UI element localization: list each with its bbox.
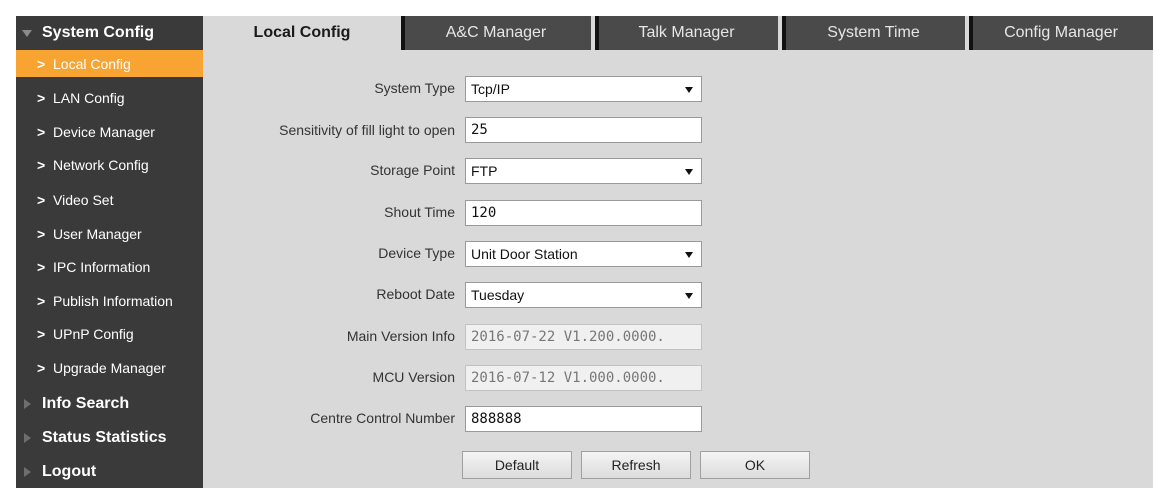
main-panel: Local Config A&C Manager Talk Manager Sy… [203,16,1153,488]
sidebar-item-lan-config[interactable]: > LAN Config [16,82,203,113]
ok-button[interactable]: OK [700,451,810,479]
tab-label: System Time [827,24,920,41]
sidebar-section-label: Logout [42,462,97,480]
centre-control-value: 888888 [471,411,522,427]
shout-time-input[interactable]: 120 [465,200,702,226]
expand-right-icon [24,432,31,443]
storage-point-value: FTP [471,163,498,179]
sidebar-section-label: Status Statistics [42,428,167,446]
sidebar-item-local-config[interactable]: > Local Config [16,50,203,77]
tab-ac-manager[interactable]: A&C Manager [401,16,591,50]
chevron-right-icon: > [37,156,46,173]
sidebar-item-video-set[interactable]: > Video Set [16,184,203,215]
expand-down-icon [22,29,32,37]
ok-button-label: OK [744,457,766,473]
mcu-version-value: 2016-07-12 V1.000.0000. [471,370,665,386]
main-version-field: 2016-07-22 V1.200.0000. [465,324,702,350]
tab-config-manager[interactable]: Config Manager [969,16,1153,50]
sidebar-section-label: System Config [42,23,155,41]
sidebar-item-label: UPnP Config [53,325,134,342]
shout-time-label: Shout Time [384,204,455,220]
main-version-label: Main Version Info [346,328,455,344]
sidebar-section-system-config[interactable]: System Config [16,16,203,49]
storage-point-label: Storage Point [370,162,455,178]
device-type-select[interactable]: Unit Door Station [465,241,702,267]
centre-control-label: Centre Control Number [310,410,455,426]
system-type-select[interactable]: Tcp/IP [465,76,702,102]
chevron-right-icon: > [37,89,46,106]
sidebar-item-label: Network Config [53,156,149,173]
reboot-date-label: Reboot Date [376,286,455,302]
sidebar-item-device-manager[interactable]: > Device Manager [16,116,203,147]
tab-system-time[interactable]: System Time [782,16,965,50]
mcu-version-label: MCU Version [372,369,455,385]
mcu-version-field: 2016-07-12 V1.000.0000. [465,365,702,391]
chevron-right-icon: > [37,359,46,376]
dropdown-arrow-icon [685,293,693,299]
default-button-label: Default [494,457,540,473]
expand-right-icon [24,466,31,477]
sidebar-item-label: Local Config [53,55,131,72]
centre-control-input[interactable]: 888888 [465,406,702,432]
tab-divider [782,16,786,50]
storage-point-select[interactable]: FTP [465,158,702,184]
sidebar-item-network-config[interactable]: > Network Config [16,149,203,180]
sidebar-section-label: Info Search [42,394,130,412]
default-button[interactable]: Default [462,451,572,479]
tab-talk-manager[interactable]: Talk Manager [595,16,778,50]
tab-local-config[interactable]: Local Config [203,16,401,50]
sidebar-item-label: Video Set [53,191,114,208]
tab-bar: Local Config A&C Manager Talk Manager Sy… [203,16,1153,50]
sidebar-section-info-search[interactable]: Info Search [16,387,203,420]
device-type-value: Unit Door Station [471,246,578,262]
chevron-right-icon: > [37,225,46,242]
chevron-right-icon: > [37,325,46,342]
dropdown-arrow-icon [685,252,693,258]
sidebar-item-label: Upgrade Manager [53,359,166,376]
fill-light-input[interactable]: 25 [465,117,702,143]
system-type-value: Tcp/IP [471,81,510,97]
expand-right-icon [24,398,31,409]
sidebar: System Config > Local Config > LAN Confi… [16,16,203,488]
tab-divider [595,16,599,50]
refresh-button-label: Refresh [611,457,661,473]
device-type-label: Device Type [378,245,455,261]
tab-divider [969,16,973,50]
sidebar-item-label: IPC Information [53,258,151,275]
tab-label: Talk Manager [638,24,735,41]
sidebar-section-logout[interactable]: Logout [16,455,203,488]
chevron-right-icon: > [37,292,46,309]
tab-label: A&C Manager [445,24,547,41]
chevron-right-icon: > [37,123,46,140]
chevron-right-icon: > [37,191,46,208]
chevron-right-icon: > [37,55,46,72]
sidebar-item-publish-information[interactable]: > Publish Information [16,285,203,316]
sidebar-item-label: Publish Information [53,292,173,309]
tab-label: Local Config [253,24,351,41]
sidebar-item-ipc-information[interactable]: > IPC Information [16,251,203,282]
shout-time-value: 120 [471,205,497,221]
tab-label: Config Manager [1004,24,1118,41]
sidebar-item-user-manager[interactable]: > User Manager [16,218,203,249]
sidebar-item-label: Device Manager [53,123,155,140]
chevron-right-icon: > [37,258,46,275]
sidebar-section-status-statistics[interactable]: Status Statistics [16,421,203,454]
reboot-date-value: Tuesday [471,287,525,303]
dropdown-arrow-icon [685,87,693,93]
refresh-button[interactable]: Refresh [581,451,691,479]
reboot-date-select[interactable]: Tuesday [465,282,702,308]
fill-light-label: Sensitivity of fill light to open [279,122,455,138]
sidebar-item-upgrade-manager[interactable]: > Upgrade Manager [16,352,203,383]
sidebar-item-label: User Manager [53,225,142,242]
system-type-label: System Type [374,80,455,96]
main-version-value: 2016-07-22 V1.200.0000. [471,329,665,345]
sidebar-item-upnp-config[interactable]: > UPnP Config [16,318,203,349]
dropdown-arrow-icon [685,169,693,175]
fill-light-value: 25 [471,122,488,138]
tab-divider [401,16,405,50]
sidebar-item-label: LAN Config [53,89,125,106]
